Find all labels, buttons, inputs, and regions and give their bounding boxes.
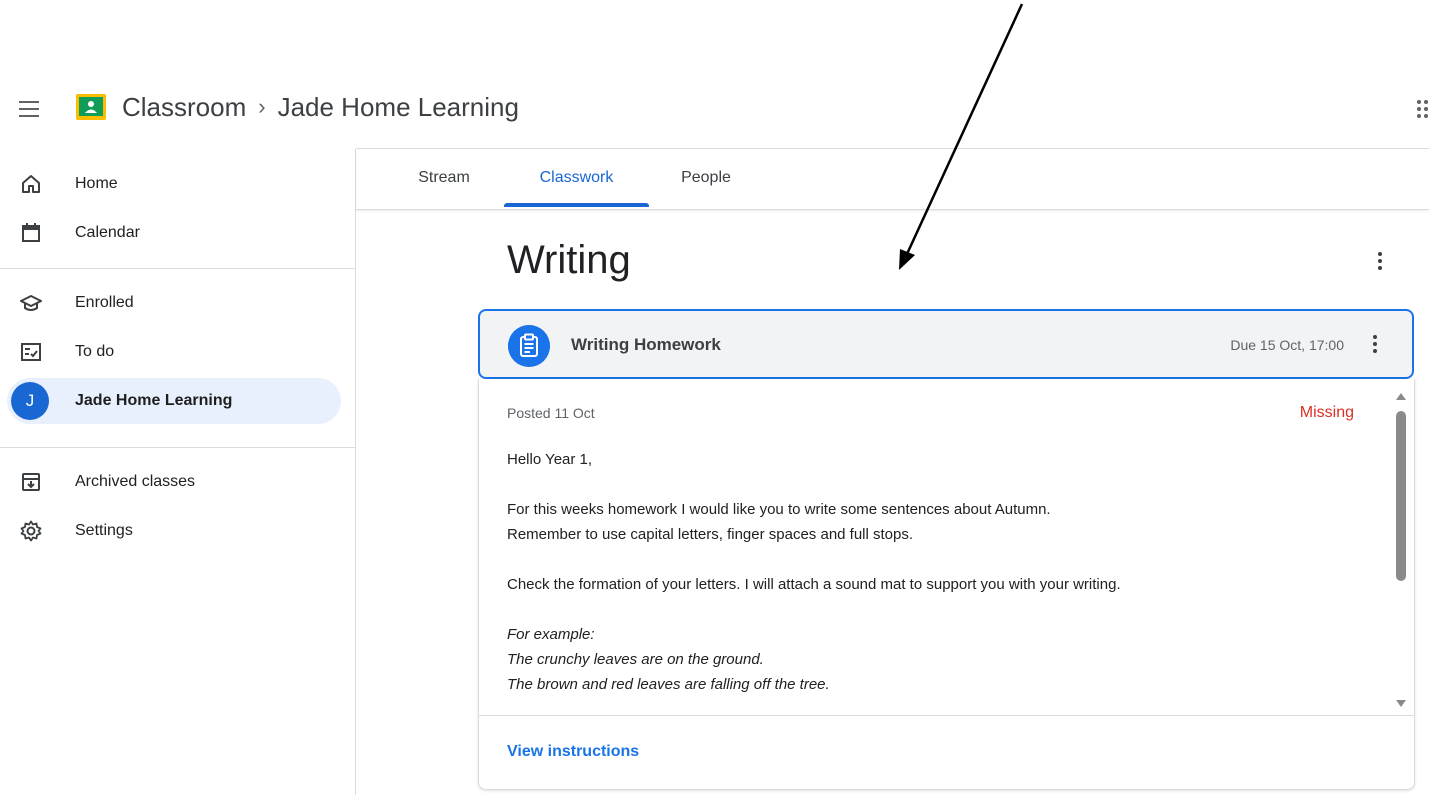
assignment-title: Writing Homework <box>571 335 721 354</box>
classroom-logo-icon[interactable] <box>76 94 106 120</box>
enrolled-icon <box>20 295 42 311</box>
sidebar-item-label: Jade Home Learning <box>75 392 233 409</box>
posted-date: Posted 11 Oct <box>507 405 595 421</box>
sidebar-item-label: Enrolled <box>75 294 134 311</box>
view-instructions-link[interactable]: View instructions <box>507 743 639 761</box>
sidebar-item-todo[interactable]: To do <box>0 329 340 375</box>
class-tabs: Stream Classwork People <box>356 149 1429 210</box>
description-example: The crunchy leaves are on the ground. <box>507 651 764 668</box>
apps-grid-icon[interactable] <box>1415 98 1429 120</box>
breadcrumb-separator: › <box>258 94 266 119</box>
tab-people[interactable]: People <box>670 149 742 207</box>
topic-more-options-icon[interactable] <box>1377 252 1383 274</box>
description-example-intro: For example: <box>507 626 595 643</box>
breadcrumb-app-name[interactable]: Classroom <box>122 92 246 122</box>
sidebar-divider <box>0 447 355 448</box>
main-menu-icon[interactable] <box>16 96 42 122</box>
scroll-up-arrow-icon[interactable] <box>1396 393 1406 400</box>
topic-title: Writing <box>507 238 631 282</box>
scrollbar-thumb[interactable] <box>1396 411 1406 581</box>
sidebar-divider <box>0 268 355 269</box>
assignment-details: Posted 11 Oct Missing Hello Year 1, For … <box>478 379 1415 790</box>
sidebar-item-label: To do <box>75 343 115 360</box>
assignment-due-date: Due 15 Oct, 17:00 <box>1230 337 1344 353</box>
archive-icon <box>22 473 40 491</box>
todo-icon <box>21 343 41 361</box>
sidebar-item-archived-classes[interactable]: Archived classes <box>0 459 340 505</box>
top-app-bar: Classroom › Jade Home Learning <box>0 80 1429 148</box>
gear-icon <box>20 520 42 542</box>
sidebar-item-home[interactable]: Home <box>0 161 340 207</box>
class-avatar: J <box>11 382 49 420</box>
home-icon <box>22 175 40 193</box>
card-divider <box>479 715 1414 716</box>
assignment-icon <box>508 325 550 367</box>
description-example: The brown and red leaves are falling off… <box>507 676 830 693</box>
sidebar-item-label: Settings <box>75 522 133 539</box>
tab-classwork[interactable]: Classwork <box>504 149 649 207</box>
calendar-icon <box>22 223 40 242</box>
scroll-down-arrow-icon[interactable] <box>1396 700 1406 707</box>
description-scrollbar[interactable] <box>1394 389 1408 711</box>
assignment-more-options-icon[interactable] <box>1372 335 1378 357</box>
sidebar-item-label: Home <box>75 175 118 192</box>
assignment-header[interactable]: Writing Homework Due 15 Oct, 17:00 <box>478 309 1414 379</box>
sidebar-item-calendar[interactable]: Calendar <box>0 210 340 256</box>
sidebar-item-enrolled[interactable]: Enrolled <box>0 280 340 326</box>
description-line: Check the formation of your letters. I w… <box>507 576 1121 593</box>
assignment-description: Hello Year 1, For this weeks homework I … <box>507 447 1367 693</box>
sidebar-item-settings[interactable]: Settings <box>0 508 340 554</box>
description-greeting: Hello Year 1, <box>507 451 593 468</box>
status-badge: Missing <box>1299 404 1354 421</box>
sidebar-item-label: Calendar <box>75 224 140 241</box>
sidebar-item-jade-home-learning[interactable]: J Jade Home Learning <box>7 378 341 424</box>
tab-stream[interactable]: Stream <box>406 149 482 207</box>
breadcrumb: Classroom › Jade Home Learning <box>122 92 519 123</box>
breadcrumb-class-name[interactable]: Jade Home Learning <box>278 92 519 122</box>
sidebar-item-label: Archived classes <box>75 473 196 490</box>
sidebar: Home Calendar Enrolled To do J Jade Home… <box>0 149 356 795</box>
description-line: For this weeks homework I would like you… <box>507 501 1051 518</box>
description-line: Remember to use capital letters, finger … <box>507 526 914 543</box>
